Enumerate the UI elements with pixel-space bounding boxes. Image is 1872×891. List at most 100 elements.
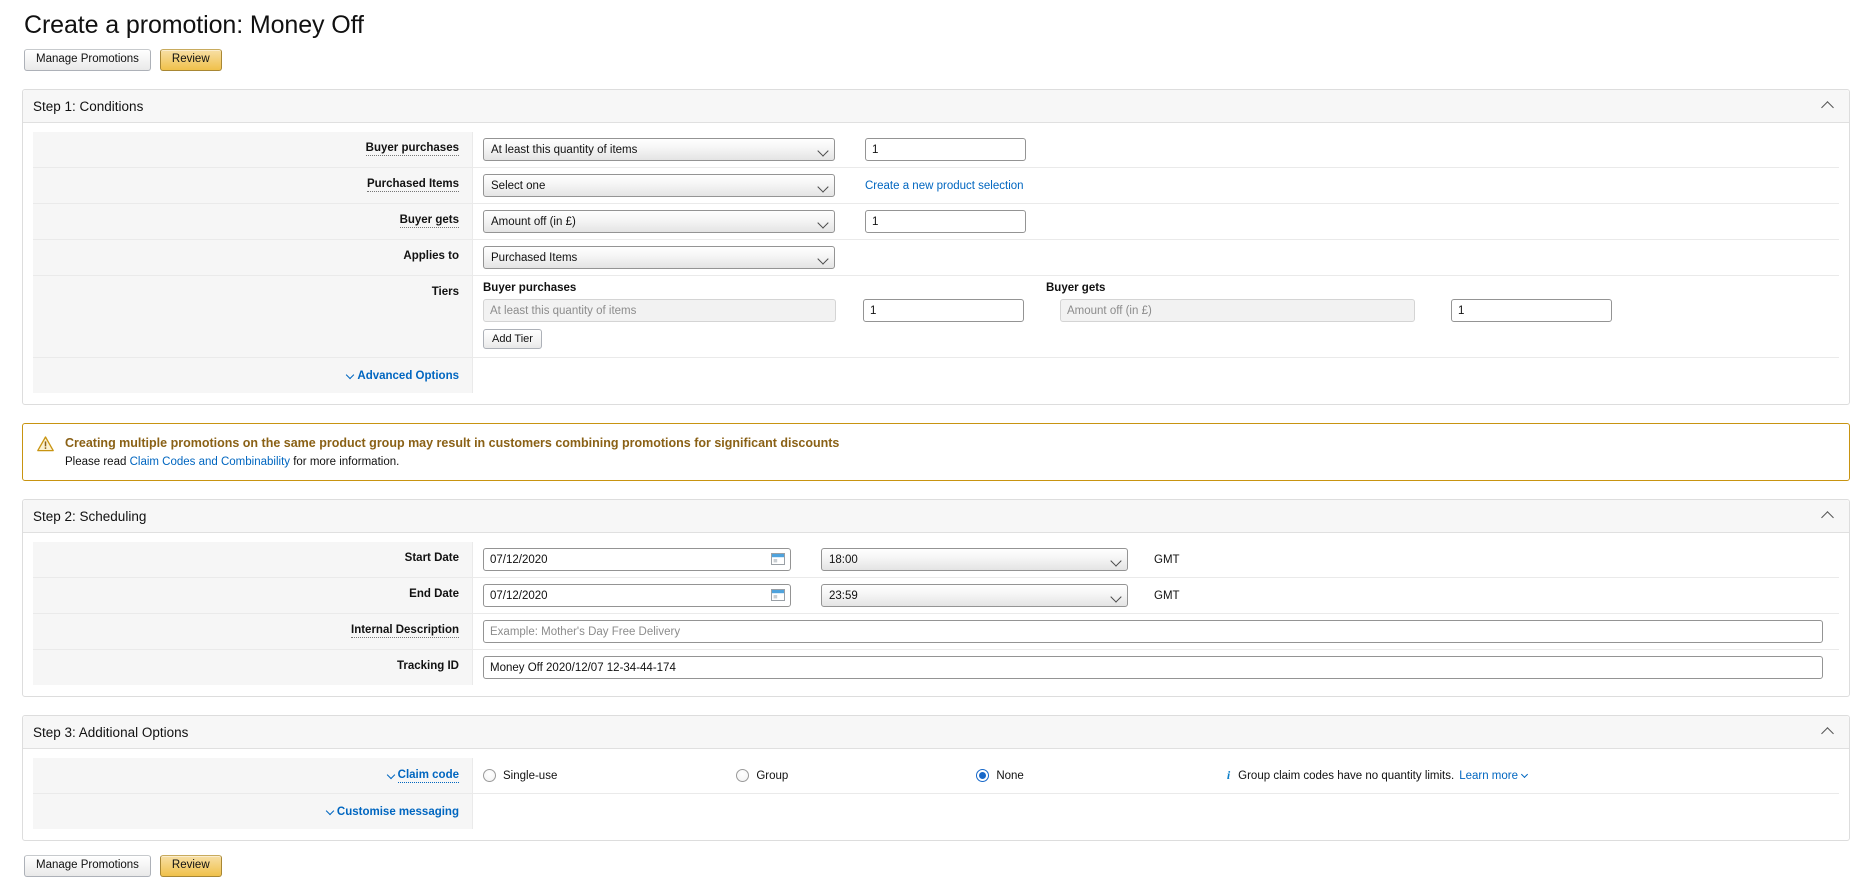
purchased-items-select[interactable]: Select one <box>483 174 835 197</box>
calendar-icon[interactable] <box>771 588 785 602</box>
step1-collapse-toggle[interactable] <box>1819 98 1835 114</box>
internal-description-input[interactable] <box>483 620 1823 643</box>
row-tiers: Tiers Buyer purchases Buyer gets At leas… <box>33 276 1839 358</box>
step1-header: Step 1: Conditions <box>23 90 1849 123</box>
claim-code-option-group[interactable]: Group <box>736 769 788 782</box>
claim-code-option-none-label: None <box>996 769 1024 782</box>
label-buyer-purchases-text: Buyer purchases <box>365 142 459 156</box>
advanced-options-toggle[interactable]: Advanced Options <box>33 358 473 393</box>
label-end-date: End Date <box>33 578 473 613</box>
step2-scheduling-section: Step 2: Scheduling Start Date 07/12/2020… <box>22 499 1850 697</box>
start-date-input[interactable] <box>483 548 791 571</box>
row-purchased-items: Purchased Items Select one Create a new … <box>33 168 1839 204</box>
start-time-select-wrap: 18:00 <box>821 548 1128 571</box>
step3-header: Step 3: Additional Options <box>23 716 1849 749</box>
chevron-down-icon <box>1520 770 1529 779</box>
create-product-selection-link[interactable]: Create a new product selection <box>865 180 1024 192</box>
claim-code-option-none[interactable]: None <box>976 769 1024 782</box>
control-start-date: 18:00 GMT <box>473 542 1839 577</box>
row-end-date: End Date 07/12/2020 23:59 GMT <box>33 578 1839 614</box>
page-title: Create a promotion: Money Off <box>24 11 364 39</box>
end-date-timezone: GMT <box>1154 589 1180 602</box>
end-date-field <box>483 584 791 607</box>
radio-icon <box>483 769 496 782</box>
claim-code-option-single-use-label: Single-use <box>503 769 558 782</box>
advanced-options-panel <box>473 358 1839 393</box>
start-date-field <box>483 548 791 571</box>
radio-selected-icon <box>976 769 990 782</box>
warning-triangle-icon <box>37 436 54 457</box>
chevron-down-icon <box>346 370 355 379</box>
end-date-input[interactable] <box>483 584 791 607</box>
row-tracking-id: Tracking ID <box>33 650 1839 685</box>
start-time-select[interactable]: 18:00 <box>821 548 1128 571</box>
radio-icon <box>736 769 750 782</box>
step3-collapse-toggle[interactable] <box>1819 724 1835 740</box>
tier-buyer-gets-qty-input[interactable] <box>1451 299 1612 322</box>
row-start-date: Start Date 07/12/2020 18:00 GMT <box>33 542 1839 578</box>
end-time-select[interactable]: 23:59 <box>821 584 1128 607</box>
step3-title: Step 3: Additional Options <box>33 724 189 740</box>
row-internal-description: Internal Description <box>33 614 1839 650</box>
row-claim-code: Claim code Single-use Group None i Group… <box>33 758 1839 794</box>
review-button[interactable]: Review <box>159 49 222 71</box>
calendar-icon[interactable] <box>771 552 785 566</box>
buyer-gets-select[interactable]: Amount off (in £) <box>483 210 835 233</box>
tier-buyer-purchases-input[interactable] <box>483 299 836 322</box>
advanced-options-label: Advanced Options <box>357 369 459 382</box>
warning-subtext: Please read Claim Codes and Combinabilit… <box>65 456 839 468</box>
control-applies-to: Purchased Items <box>473 240 1839 275</box>
step2-collapse-toggle[interactable] <box>1819 508 1835 524</box>
label-tracking-id: Tracking ID <box>33 650 473 685</box>
label-buyer-gets: Buyer gets <box>33 204 473 239</box>
manage-promotions-button[interactable]: Manage Promotions <box>24 49 151 71</box>
buyer-gets-select-wrap: Amount off (in £) <box>483 210 835 233</box>
label-internal-description-text: Internal Description <box>351 624 459 638</box>
customise-messaging-toggle[interactable]: Customise messaging <box>33 794 473 829</box>
buyer-gets-amount-input[interactable] <box>865 210 1026 233</box>
customise-messaging-label: Customise messaging <box>336 805 459 818</box>
tier-head-buyer-gets: Buyer gets <box>1046 282 1106 294</box>
chevron-down-icon <box>386 770 395 779</box>
control-claim-code: Single-use Group None i Group claim code… <box>473 758 1839 793</box>
claim-code-option-single-use[interactable]: Single-use <box>483 769 557 782</box>
label-buyer-gets-text: Buyer gets <box>399 214 459 228</box>
buyer-purchases-select-wrap: At least this quantity of items <box>483 138 835 161</box>
step1-conditions-section: Step 1: Conditions Buyer purchases At le… <box>22 89 1850 405</box>
claim-codes-combinability-link[interactable]: Claim Codes and Combinability <box>130 456 290 468</box>
control-internal-description <box>473 614 1839 649</box>
buyer-purchases-quantity-input[interactable] <box>865 138 1026 161</box>
chevron-up-icon <box>1820 727 1834 740</box>
claim-code-option-group-label: Group <box>756 769 789 782</box>
warning-text-before: Please read <box>65 456 130 468</box>
control-purchased-items: Select one Create a new product selectio… <box>473 168 1839 203</box>
applies-to-select[interactable]: Purchased Items <box>483 246 835 269</box>
tier-column-headers: Buyer purchases Buyer gets <box>483 282 1839 299</box>
label-start-date: Start Date <box>33 542 473 577</box>
tiers-control: Buyer purchases Buyer gets Add Tier <box>473 276 1839 357</box>
row-advanced-options: Advanced Options <box>33 358 1839 393</box>
tier-row-1 <box>483 299 1839 322</box>
chevron-up-icon <box>1820 101 1834 114</box>
manage-promotions-button-bottom[interactable]: Manage Promotions <box>24 855 151 877</box>
learn-more-link[interactable]: Learn more <box>1459 770 1518 782</box>
start-date-timezone: GMT <box>1154 553 1180 566</box>
label-tiers-text: Tiers <box>431 286 459 298</box>
buyer-purchases-select[interactable]: At least this quantity of items <box>483 138 835 161</box>
control-tracking-id <box>473 650 1839 685</box>
label-purchased-items-text: Purchased Items <box>366 178 459 192</box>
claim-code-toggle[interactable]: Claim code <box>33 758 473 793</box>
label-applies-to-text: Applies to <box>403 250 459 262</box>
add-tier-button[interactable]: Add Tier <box>483 329 542 349</box>
tier-buyer-gets-input[interactable] <box>1060 299 1415 322</box>
tracking-id-input[interactable] <box>483 656 1823 679</box>
row-buyer-gets: Buyer gets Amount off (in £) <box>33 204 1839 240</box>
warning-text-after: for more information. <box>290 456 400 468</box>
label-internal-description: Internal Description <box>33 614 473 649</box>
info-icon: i <box>1226 768 1231 782</box>
tier-buyer-purchases-qty-input[interactable] <box>863 299 1024 322</box>
review-button-bottom[interactable]: Review <box>159 855 222 877</box>
label-tiers: Tiers <box>33 276 473 357</box>
applies-to-select-wrap: Purchased Items <box>483 246 835 269</box>
control-end-date: 23:59 GMT <box>473 578 1839 613</box>
